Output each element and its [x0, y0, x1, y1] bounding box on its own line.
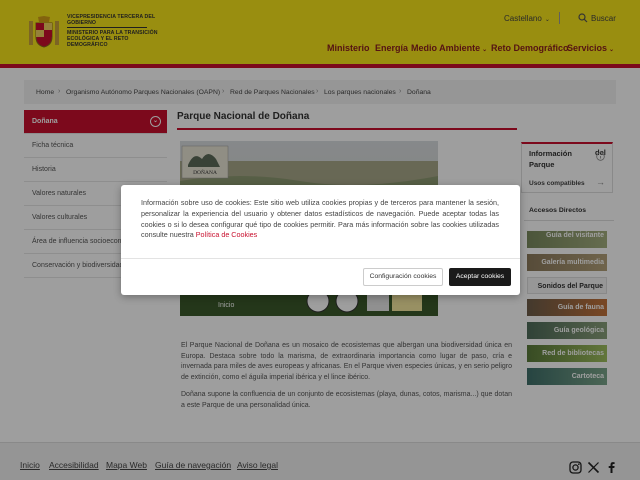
- cookie-divider: [121, 258, 520, 259]
- cookie-policy-link[interactable]: Política de Cookies: [196, 230, 258, 239]
- cookie-config-button[interactable]: Configuración cookies: [363, 268, 443, 286]
- cookie-text: Información sobre uso de cookies: Este s…: [141, 198, 499, 240]
- cookie-accept-button[interactable]: Aceptar cookies: [449, 268, 511, 286]
- cookie-message: Información sobre uso de cookies: Este s…: [141, 198, 499, 241]
